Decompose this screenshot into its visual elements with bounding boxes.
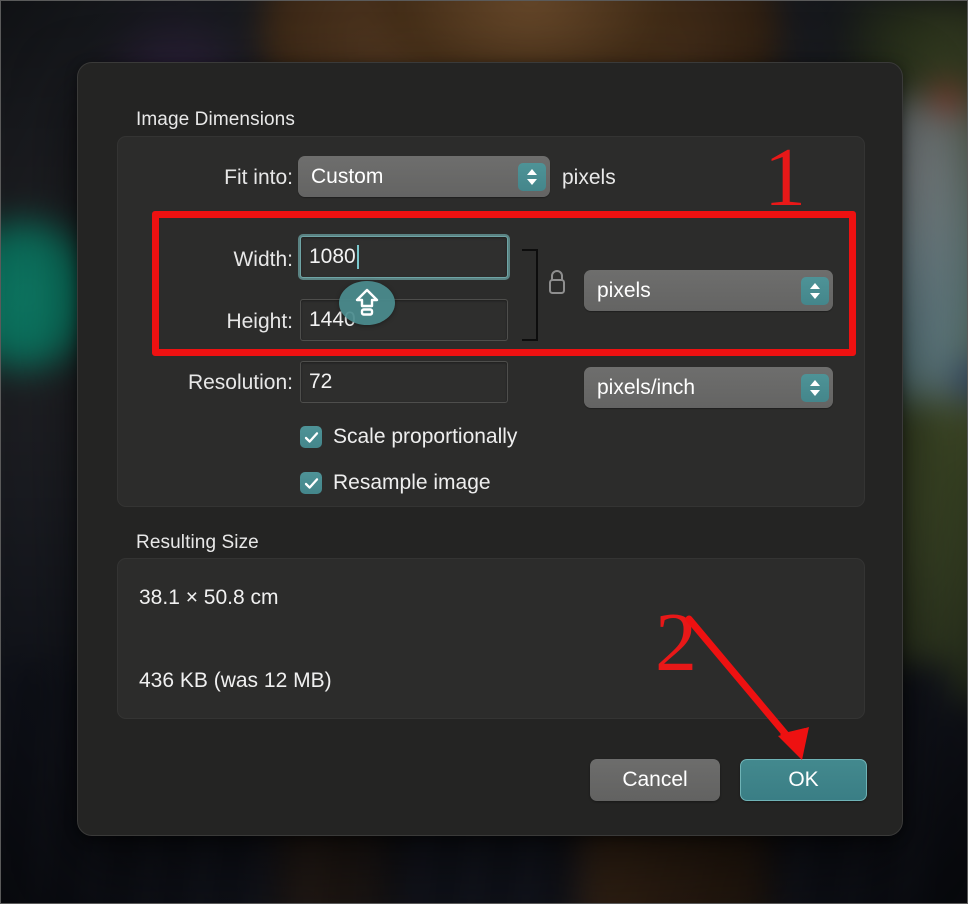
resulting-physical-size: 38.1 × 50.8 cm [139,586,279,609]
link-bracket [522,249,538,341]
resulting-file-size: 436 KB (was 12 MB) [139,669,332,692]
cancel-button[interactable]: Cancel [590,759,720,801]
screen: Image Dimensions Fit into: Custom pixels… [0,0,968,904]
fit-into-label: Fit into: [224,166,293,189]
resolution-input[interactable]: 72 [300,361,508,403]
resulting-size-panel [117,558,865,719]
chevron-up-down-icon[interactable] [518,162,546,191]
fit-into-select[interactable]: Custom [298,156,550,197]
annotation-step-1: 1 [764,131,806,224]
checkbox-checked-icon[interactable] [300,472,322,494]
resolution-label: Resolution: [187,371,293,394]
resample-image-checkbox-row[interactable]: Resample image [300,471,491,495]
lock-icon[interactable] [546,268,568,301]
scale-proportionally-checkbox-row[interactable]: Scale proportionally [300,425,517,449]
dimension-unit-select[interactable]: pixels [584,270,833,311]
ok-button[interactable]: OK [740,759,867,801]
upload-arrow-cursor-icon [339,281,395,325]
resolution-unit-value: pixels/inch [597,375,696,399]
height-input[interactable]: 1440 [300,299,508,341]
width-input[interactable]: 1080 [298,234,510,280]
chevron-up-down-icon[interactable] [801,276,829,305]
height-label: Height: [226,310,293,333]
fit-into-unit-suffix: pixels [562,166,616,189]
width-label: Width: [233,248,293,271]
chevron-up-down-icon[interactable] [801,373,829,402]
dimension-unit-value: pixels [597,278,651,302]
checkbox-checked-icon[interactable] [300,426,322,448]
resample-image-label: Resample image [333,471,491,494]
width-value: 1080 [309,245,356,268]
fit-into-value: Custom [311,164,384,188]
resulting-size-group-label: Resulting Size [136,532,259,553]
resolution-value: 72 [309,370,333,393]
scale-proportionally-label: Scale proportionally [333,425,518,448]
image-dimensions-group-label: Image Dimensions [136,109,295,130]
resolution-unit-select[interactable]: pixels/inch [584,367,833,408]
annotation-step-2: 2 [655,596,697,689]
text-caret [356,245,359,269]
